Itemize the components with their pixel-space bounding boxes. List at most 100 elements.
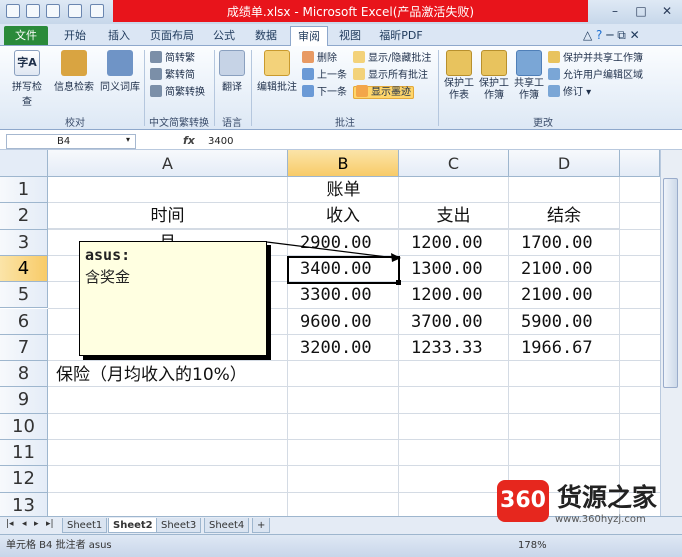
to-simplified-button[interactable]: 繁转简 bbox=[150, 68, 195, 84]
tab-review[interactable]: 审阅 bbox=[290, 26, 328, 47]
table-cell[interactable]: 5900.00 bbox=[521, 309, 618, 335]
table-cell[interactable]: 3200.00 bbox=[300, 335, 397, 361]
share-workbook-button[interactable]: 共享工作簿 bbox=[512, 50, 546, 102]
save-icon[interactable] bbox=[26, 4, 40, 18]
fill-handle[interactable] bbox=[396, 280, 401, 285]
close-button[interactable]: ✕ bbox=[656, 3, 678, 19]
name-box[interactable]: B4 bbox=[6, 134, 136, 149]
maximize-button[interactable]: □ bbox=[630, 3, 652, 19]
row-header[interactable]: 11 bbox=[0, 440, 48, 467]
row-header[interactable]: 7 bbox=[0, 334, 48, 362]
tab-home[interactable]: 开始 bbox=[58, 26, 92, 45]
row-header[interactable]: 2 bbox=[0, 203, 48, 230]
row-header[interactable]: 9 bbox=[0, 387, 48, 414]
cell-header-expense[interactable]: 支出 bbox=[399, 203, 509, 230]
column-header-c[interactable]: C bbox=[399, 150, 509, 177]
track-changes-button[interactable]: 修订 ▾ bbox=[548, 85, 591, 101]
select-all-corner[interactable] bbox=[0, 150, 48, 177]
translate-button[interactable]: 翻译 bbox=[218, 50, 246, 93]
table-cell[interactable]: 1200.00 bbox=[411, 282, 507, 308]
undo-icon[interactable] bbox=[46, 4, 60, 18]
row-header[interactable]: 13 bbox=[0, 492, 48, 516]
redo-icon[interactable] bbox=[68, 4, 82, 18]
table-cell[interactable]: 2100.00 bbox=[521, 282, 618, 308]
thesaurus-button[interactable]: 同义词库 bbox=[100, 50, 140, 93]
table-cell[interactable]: 2100.00 bbox=[521, 256, 618, 282]
tab-formulas[interactable]: 公式 bbox=[208, 26, 240, 45]
customize-quick-access-icon[interactable] bbox=[90, 4, 104, 18]
name-box-dropdown-icon[interactable]: ▾ bbox=[126, 135, 130, 144]
table-cell[interactable]: 1233.33 bbox=[411, 335, 507, 361]
next-sheet-icon[interactable]: ▸ bbox=[34, 519, 39, 529]
to-traditional-button[interactable]: 简转繁 bbox=[150, 51, 195, 67]
tab-foxit-pdf[interactable]: 福昕PDF bbox=[376, 26, 426, 45]
insert-function-icon[interactable]: fx bbox=[183, 134, 195, 147]
prev-sheet-icon[interactable]: ◂ bbox=[22, 519, 27, 529]
edit-comment-button[interactable]: 编辑批注 bbox=[256, 50, 298, 93]
sheet-tab-1[interactable]: Sheet1 bbox=[62, 518, 108, 533]
last-sheet-icon[interactable]: ▸| bbox=[46, 519, 54, 529]
previous-comment-button[interactable]: 上一条 bbox=[302, 68, 347, 84]
vertical-scroll-thumb[interactable] bbox=[663, 178, 678, 388]
table-cell[interactable]: 1200.00 bbox=[411, 230, 507, 256]
column-header-b[interactable]: B bbox=[288, 150, 399, 177]
column-header-d[interactable]: D bbox=[509, 150, 620, 177]
allow-edit-ranges-button[interactable]: 允许用户编辑区域 bbox=[548, 68, 643, 84]
tab-view[interactable]: 视图 bbox=[334, 26, 366, 45]
first-sheet-icon[interactable]: |◂ bbox=[6, 519, 14, 529]
sheet-tab-4[interactable]: Sheet4 bbox=[204, 518, 250, 533]
protect-sheet-button[interactable]: 保护工作表 bbox=[442, 50, 476, 102]
show-hide-comment-button[interactable]: 显示/隐藏批注 bbox=[353, 51, 431, 67]
cell-header-balance[interactable]: 结余 bbox=[509, 203, 620, 230]
comment-box[interactable]: asus: 含奖金 bbox=[79, 241, 267, 356]
cell-title[interactable]: 账单 bbox=[288, 177, 399, 203]
row-header[interactable]: 12 bbox=[0, 466, 48, 493]
group-label-changes: 更改 bbox=[533, 118, 553, 129]
table-cell[interactable]: 9600.00 bbox=[300, 309, 397, 335]
show-all-comments-button[interactable]: 显示所有批注 bbox=[353, 68, 428, 84]
row-gridline bbox=[48, 412, 660, 414]
table-cell[interactable]: 1300.00 bbox=[411, 256, 507, 282]
row-header[interactable]: 4 bbox=[0, 255, 48, 283]
tab-page-layout[interactable]: 页面布局 bbox=[146, 26, 198, 45]
cell-a8[interactable]: 保险（月均收入的10%） bbox=[56, 362, 456, 388]
cell-header-income[interactable]: 收入 bbox=[288, 203, 399, 230]
row-header[interactable]: 1 bbox=[0, 177, 48, 204]
cell-header-time[interactable]: 时间 bbox=[48, 203, 288, 230]
row-header[interactable]: 3 bbox=[0, 229, 48, 256]
excel-logo-icon[interactable] bbox=[6, 4, 20, 18]
table-cell[interactable]: 3300.00 bbox=[300, 282, 397, 308]
research-button[interactable]: 信息检索 bbox=[54, 50, 94, 93]
ribbon-controls-icons[interactable]: △ ? ─ ⧉ ✕ bbox=[583, 28, 640, 43]
table-cell[interactable]: 1966.67 bbox=[521, 335, 618, 361]
table-cell[interactable]: 3700.00 bbox=[411, 309, 507, 335]
edit-comment-icon bbox=[264, 50, 290, 76]
next-comment-button[interactable]: 下一条 bbox=[302, 85, 347, 101]
insert-sheet-icon[interactable]: + bbox=[252, 518, 270, 533]
sheet-tab-3[interactable]: Sheet3 bbox=[156, 518, 202, 533]
row-header[interactable]: 8 bbox=[0, 361, 48, 388]
minimize-button[interactable]: – bbox=[604, 3, 626, 19]
column-header-a[interactable]: A bbox=[48, 150, 288, 177]
spell-check-button[interactable]: 字A 拼写检查 bbox=[8, 50, 46, 108]
convert-icon bbox=[150, 85, 162, 97]
zoom-level[interactable]: 178% bbox=[518, 535, 547, 557]
column-header-e[interactable] bbox=[620, 150, 660, 177]
delete-comment-button[interactable]: 删除 bbox=[302, 51, 337, 67]
row-header[interactable]: 5 bbox=[0, 282, 48, 309]
protect-workbook-button[interactable]: 保护工作簿 bbox=[477, 50, 511, 102]
chinese-convert-button[interactable]: 简繁转换 bbox=[150, 85, 205, 101]
table-cell[interactable]: 1700.00 bbox=[521, 230, 618, 256]
sheet-tab-2[interactable]: Sheet2 bbox=[108, 518, 158, 533]
tab-insert[interactable]: 插入 bbox=[102, 26, 136, 45]
delete-icon bbox=[302, 51, 314, 63]
show-ink-button[interactable]: 显示墨迹 bbox=[353, 85, 414, 101]
formula-input[interactable]: 3400 bbox=[208, 134, 233, 149]
tab-data[interactable]: 数据 bbox=[250, 26, 282, 45]
row-header[interactable]: 10 bbox=[0, 413, 48, 440]
allow-edit-icon bbox=[548, 68, 560, 80]
row-header[interactable]: 6 bbox=[0, 308, 48, 335]
tab-file[interactable]: 文件 bbox=[4, 26, 48, 45]
window-title: 成绩单.xlsx - Microsoft Excel(产品激活失败) bbox=[226, 5, 475, 19]
protect-share-button[interactable]: 保护并共享工作簿 bbox=[548, 51, 643, 67]
